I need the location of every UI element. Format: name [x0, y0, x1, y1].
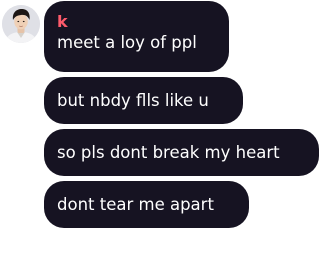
message-bubble[interactable]: k meet a loy of ppl: [44, 1, 229, 72]
message-text: so pls dont break my heart: [57, 143, 280, 162]
message-bubble[interactable]: but nbdy flls like u: [44, 77, 243, 124]
avatar[interactable]: [2, 5, 40, 43]
avatar-photo-icon: [2, 5, 40, 43]
message-text: meet a loy of ppl: [57, 33, 197, 52]
message-bubble[interactable]: so pls dont break my heart: [44, 129, 319, 176]
message-bubble[interactable]: dont tear me apart: [44, 181, 249, 228]
message-text: dont tear me apart: [57, 195, 214, 214]
sender-name[interactable]: k: [57, 13, 215, 31]
message-text: but nbdy flls like u: [57, 91, 209, 110]
